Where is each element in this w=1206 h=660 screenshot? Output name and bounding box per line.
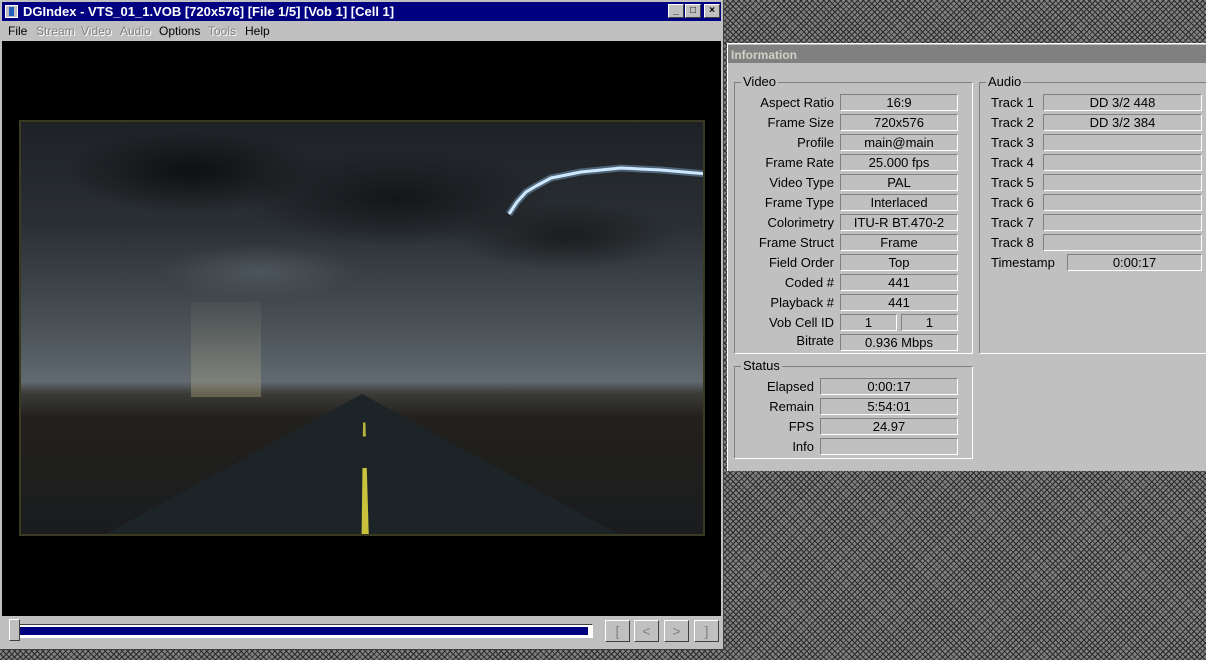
vob-id-value: 1 <box>840 314 897 331</box>
information-window: Information Video Aspect Ratio 16:9 Frame … <box>727 43 1206 471</box>
audio-track-value <box>1043 154 1202 171</box>
menu-video[interactable]: Video <box>81 24 111 38</box>
cell-id-value: 1 <box>901 314 958 331</box>
video-field-value: ITU-R BT.470-2 <box>840 214 958 231</box>
video-field-value: Interlaced <box>840 194 958 211</box>
status-field-value: 0:00:17 <box>820 378 958 395</box>
status-field-value <box>820 438 958 455</box>
minimize-button[interactable]: _ <box>668 4 684 18</box>
audio-track-label: Track 5 <box>991 175 1034 190</box>
app-icon[interactable] <box>5 5 18 18</box>
menu-bar: File Stream Video Audio Options Tools He… <box>2 22 721 40</box>
video-field-label: Frame Struct <box>758 235 834 250</box>
audio-track-label: Track 3 <box>991 135 1034 150</box>
step-back-button[interactable]: < <box>634 620 659 642</box>
video-field-value: Top <box>840 254 958 271</box>
timestamp-label: Timestamp <box>991 255 1055 270</box>
video-field-label: Frame Size <box>767 115 834 130</box>
video-field-label: Frame Rate <box>765 155 834 170</box>
bitrate-label: Bitrate <box>796 333 834 348</box>
status-field-label: FPS <box>788 419 814 434</box>
menu-tools[interactable]: Tools <box>208 24 236 38</box>
status-field-value: 24.97 <box>820 418 958 435</box>
window-title: DGIndex - VTS_01_1.VOB [720x576] [File 1… <box>23 4 395 19</box>
close-button[interactable]: × <box>704 4 720 18</box>
menu-stream[interactable]: Stream <box>36 24 75 38</box>
position-slider-fill <box>20 627 588 635</box>
audio-track-label: Track 6 <box>991 195 1034 210</box>
timestamp-value: 0:00:17 <box>1067 254 1202 271</box>
audio-track-value: DD 3/2 448 <box>1043 94 1202 111</box>
status-field-label: Remain <box>769 399 814 414</box>
status-field-label: Elapsed <box>767 379 814 394</box>
status-field-value: 5:54:01 <box>820 398 958 415</box>
video-field-label: Playback # <box>770 295 834 310</box>
audio-track-label: Track 1 <box>991 95 1034 110</box>
audio-track-value <box>1043 214 1202 231</box>
position-slider-track[interactable] <box>18 624 593 638</box>
video-field-label: Field Order <box>768 255 834 270</box>
status-field-label: Info <box>792 439 814 454</box>
video-field-value: PAL <box>840 174 958 191</box>
menu-options[interactable]: Options <box>159 24 200 38</box>
menu-file[interactable]: File <box>8 24 27 38</box>
video-frame <box>19 120 705 536</box>
audio-track-label: Track 8 <box>991 235 1034 250</box>
info-title-bar[interactable]: Information <box>728 45 1206 63</box>
audio-track-value <box>1043 194 1202 211</box>
audio-group-title: Audio <box>986 74 1024 89</box>
menu-help[interactable]: Help <box>245 24 270 38</box>
audio-track-label: Track 4 <box>991 155 1034 170</box>
video-field-value: 441 <box>840 294 958 311</box>
info-window-title: Information <box>731 48 797 62</box>
video-field-label: Coded # <box>784 275 834 290</box>
audio-track-label: Track 2 <box>991 115 1034 130</box>
video-field-label: Video Type <box>769 175 834 190</box>
position-slider-thumb[interactable] <box>9 619 20 641</box>
title-bar[interactable]: DGIndex - VTS_01_1.VOB [720x576] [File 1… <box>2 2 721 21</box>
vob-cell-id-label: Vob Cell ID <box>768 315 834 330</box>
video-field-value: 720x576 <box>840 114 958 131</box>
lightning-bolt <box>506 164 703 216</box>
menu-audio[interactable]: Audio <box>120 24 151 38</box>
video-field-value: Frame <box>840 234 958 251</box>
audio-track-value: DD 3/2 384 <box>1043 114 1202 131</box>
video-field-value: main@main <box>840 134 958 151</box>
audio-track-label: Track 7 <box>991 215 1034 230</box>
step-forward-button[interactable]: > <box>664 620 689 642</box>
mark-out-button[interactable]: ] <box>694 620 719 642</box>
mark-in-button[interactable]: [ <box>605 620 630 642</box>
video-field-label: Colorimetry <box>767 215 834 230</box>
video-field-label: Profile <box>797 135 834 150</box>
maximize-button[interactable]: □ <box>685 4 701 18</box>
video-preview-area <box>2 41 721 616</box>
video-field-label: Aspect Ratio <box>760 95 834 110</box>
status-group-title: Status <box>741 358 782 373</box>
dgindex-window: DGIndex - VTS_01_1.VOB [720x576] [File 1… <box>0 0 724 650</box>
audio-track-value <box>1043 174 1202 191</box>
video-group-title: Video <box>741 74 779 89</box>
audio-track-value <box>1043 234 1202 251</box>
video-field-value: 441 <box>840 274 958 291</box>
video-field-value: 16:9 <box>840 94 958 111</box>
bitrate-value: 0.936 Mbps <box>840 334 958 351</box>
audio-track-value <box>1043 134 1202 151</box>
video-field-label: Frame Type <box>764 195 834 210</box>
video-field-value: 25.000 fps <box>840 154 958 171</box>
